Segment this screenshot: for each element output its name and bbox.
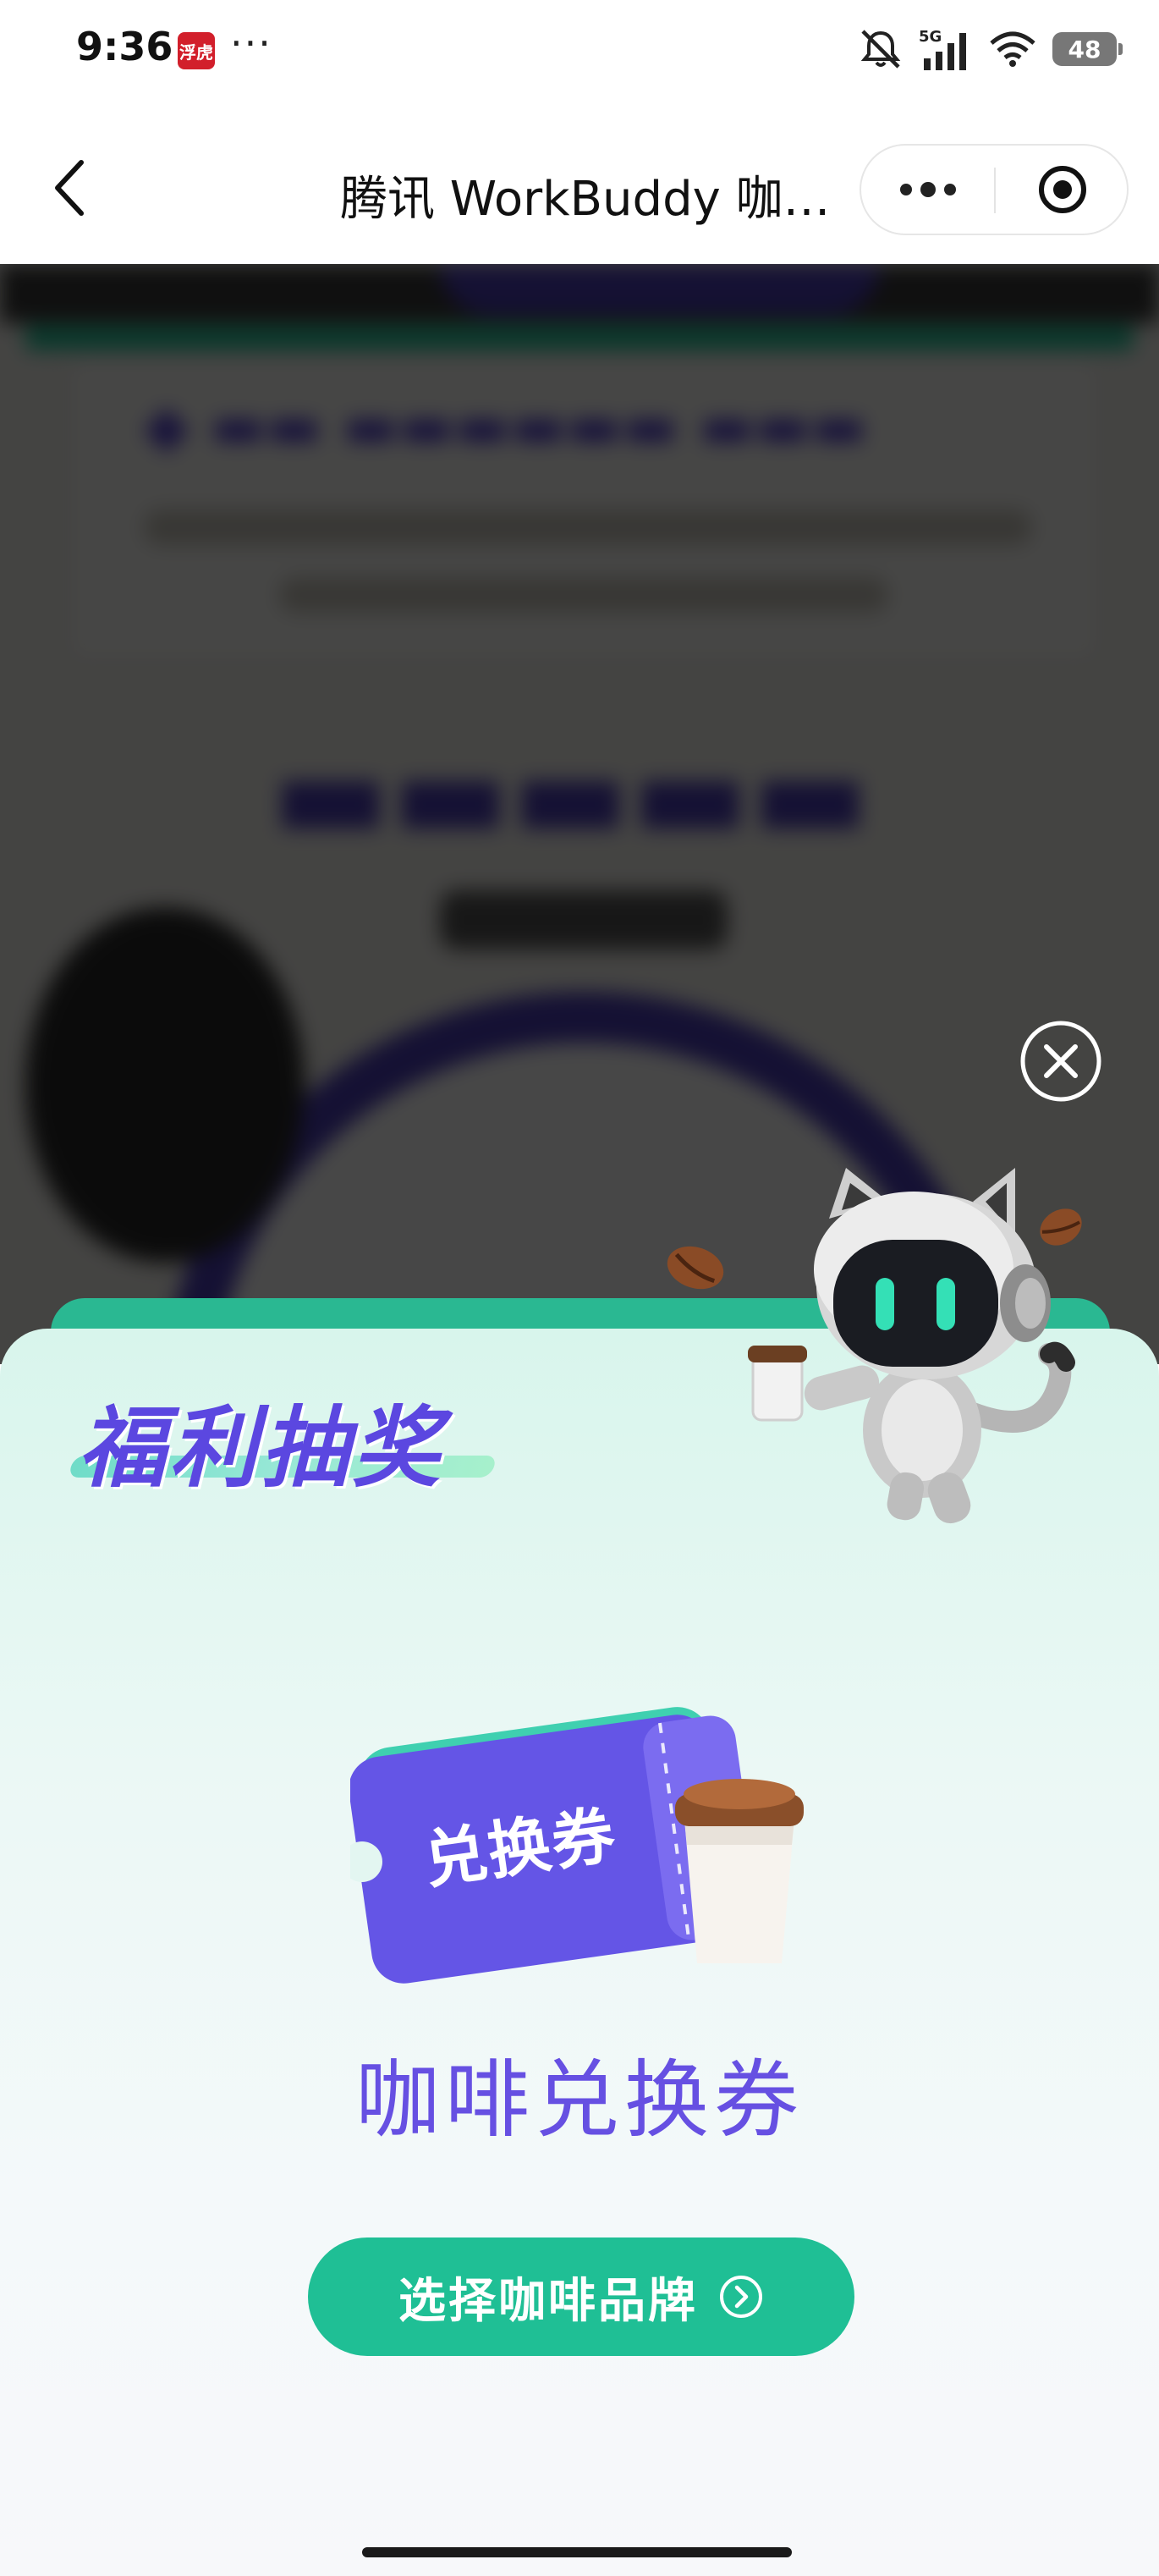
- back-button[interactable]: [46, 154, 96, 222]
- signal-icon: 5G: [919, 26, 973, 72]
- coffee-bean-icon: [667, 1246, 724, 1290]
- menu-capsule: [860, 144, 1129, 235]
- battery-icon: 48: [1052, 32, 1123, 66]
- mute-icon: [858, 28, 904, 70]
- target-icon: [1039, 166, 1086, 213]
- home-indicator[interactable]: [362, 2547, 792, 2557]
- status-more-indicator: ···: [230, 20, 272, 66]
- choose-coffee-brand-button[interactable]: 选择咖啡品牌: [308, 2237, 854, 2356]
- wifi-icon: [988, 30, 1037, 69]
- page-title: 腾讯 WorkBuddy 咖…: [340, 172, 831, 227]
- mini-program-nav-bar: 腾讯 WorkBuddy 咖…: [0, 102, 1159, 264]
- close-circle-icon: [1020, 1021, 1101, 1102]
- exit-mini-program-button[interactable]: [997, 146, 1129, 234]
- back-arrow-icon: [55, 160, 84, 216]
- cta-label: 选择咖啡品牌: [398, 2273, 698, 2329]
- close-modal-button[interactable]: [1019, 1019, 1103, 1104]
- network-type: 5G: [919, 28, 942, 46]
- more-dots-icon-right: [944, 184, 956, 195]
- capsule-divider: [994, 168, 996, 213]
- status-bar: 9:36 浮虎 ··· 5G 48: [0, 0, 1159, 102]
- screen: 9:36 浮虎 ··· 5G 48 腾讯 WorkBuddy 咖… 福利抽奖 兑…: [0, 0, 1159, 2576]
- status-icons: 5G 48: [858, 22, 1123, 76]
- more-button[interactable]: [861, 146, 995, 234]
- arrow-circle-right-icon: [720, 2276, 762, 2318]
- sheet-title: 福利抽奖: [78, 1396, 444, 1500]
- more-dots-icon: [900, 184, 912, 195]
- robot-cat-mascot: [748, 1168, 1075, 1524]
- more-dots-icon-center: [920, 182, 936, 197]
- notification-app-icon: 浮虎: [178, 32, 215, 69]
- status-time: 9:36: [76, 24, 173, 69]
- prize-name: 咖啡兑换券: [355, 2050, 804, 2149]
